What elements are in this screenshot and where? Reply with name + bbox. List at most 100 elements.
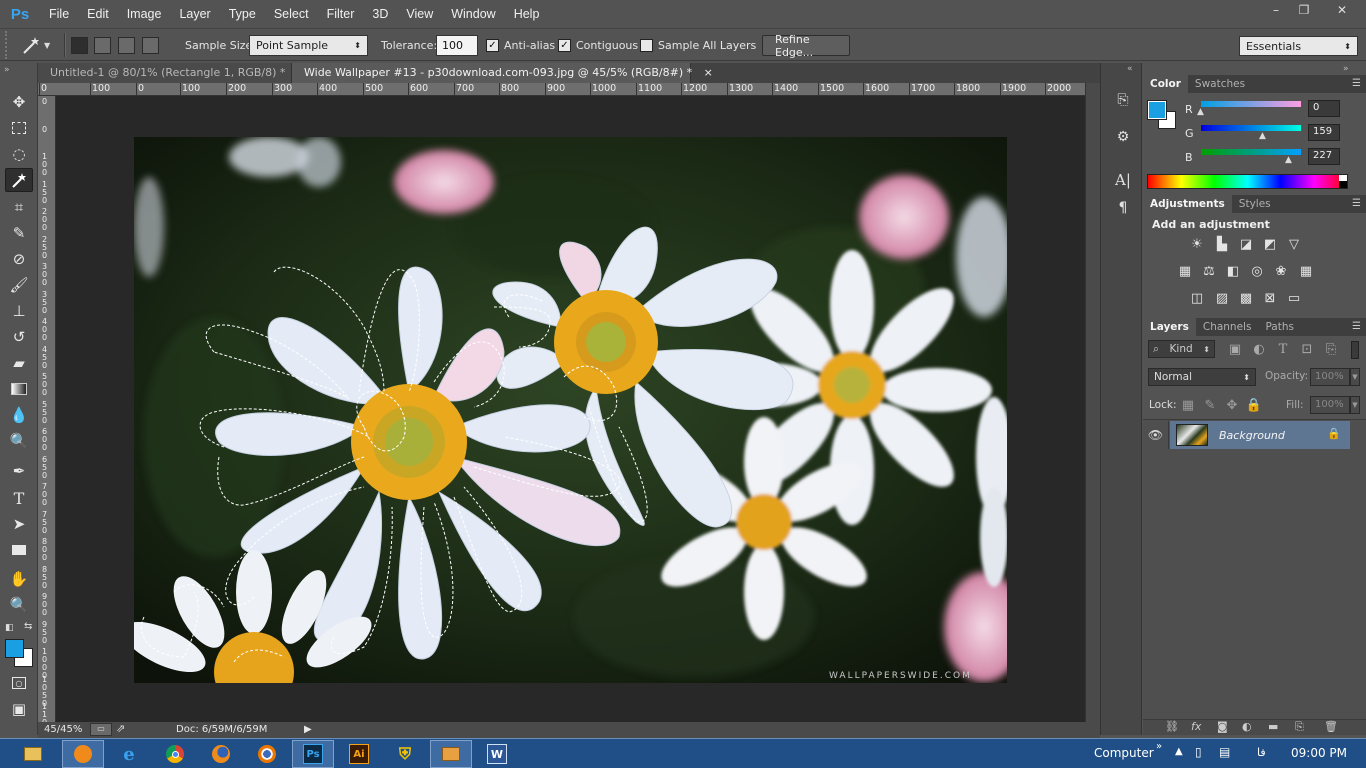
blend-mode-select[interactable]: Normal ⬍ bbox=[1148, 368, 1256, 386]
filter-pixel-icon[interactable]: ▣ bbox=[1225, 340, 1245, 358]
language-indicator[interactable]: فا bbox=[1257, 746, 1266, 759]
magic-wand-tool[interactable] bbox=[5, 168, 33, 192]
default-colors-icon[interactable]: ◧ bbox=[5, 623, 14, 633]
media-player-button[interactable] bbox=[62, 740, 104, 768]
tray-expand-icon[interactable]: ▲ bbox=[1175, 746, 1183, 757]
tab-adjustments[interactable]: Adjustments bbox=[1143, 195, 1232, 213]
gradient-map-icon[interactable]: ▭ bbox=[1284, 289, 1304, 307]
history-brush-tool[interactable]: ↺ bbox=[5, 325, 33, 349]
character-panel-icon[interactable]: A| bbox=[1113, 170, 1133, 190]
add-to-selection-button[interactable] bbox=[94, 37, 111, 54]
swap-colors-icon[interactable]: ⇆ bbox=[24, 621, 32, 632]
shape-tool[interactable] bbox=[5, 538, 33, 562]
path-selection-tool[interactable]: ➤ bbox=[5, 512, 33, 536]
status-menu-arrow[interactable]: ▶ bbox=[304, 724, 312, 735]
new-selection-button[interactable] bbox=[71, 37, 88, 54]
tab-styles[interactable]: Styles bbox=[1232, 195, 1278, 213]
close-button[interactable]: ✕ bbox=[1318, 0, 1366, 20]
levels-icon[interactable]: ▙ bbox=[1212, 235, 1232, 253]
blender-button[interactable] bbox=[246, 740, 288, 768]
fx-icon[interactable]: fx bbox=[1191, 720, 1201, 733]
tab-wide-wallpaper[interactable]: Wide Wallpaper #13 - p30download.com-093… bbox=[292, 63, 713, 83]
word-button[interactable]: W bbox=[476, 740, 518, 768]
menu-select[interactable]: Select bbox=[265, 0, 318, 28]
computer-toolbar-label[interactable]: Computer bbox=[1094, 746, 1154, 760]
lock-transparent-icon[interactable]: ▦ bbox=[1178, 396, 1198, 414]
brightness-contrast-icon[interactable]: ☀ bbox=[1187, 235, 1207, 253]
type-tool[interactable]: T bbox=[5, 486, 33, 510]
lock-position-icon[interactable]: ✥ bbox=[1222, 396, 1242, 414]
green-slider-thumb[interactable]: ▲ bbox=[1259, 131, 1266, 141]
menu-view[interactable]: View bbox=[397, 0, 442, 28]
sample-size-select[interactable]: Point Sample ⬍ bbox=[249, 35, 368, 56]
brush-tool[interactable]: 🖌 bbox=[5, 273, 33, 297]
pen-tool[interactable]: ✒ bbox=[5, 459, 33, 483]
menu-type[interactable]: Type bbox=[220, 0, 265, 28]
close-tab-icon[interactable]: × bbox=[704, 66, 713, 79]
collapse-arrows-icon[interactable]: « bbox=[1127, 64, 1133, 74]
dodge-tool[interactable]: 🔍 bbox=[5, 429, 33, 453]
filter-toggle[interactable] bbox=[1351, 341, 1359, 359]
subtract-from-selection-button[interactable] bbox=[118, 37, 135, 54]
panel-menu-icon[interactable]: ☰ bbox=[1352, 198, 1361, 209]
filter-shape-icon[interactable]: ⊡ bbox=[1297, 340, 1317, 358]
menu-image[interactable]: Image bbox=[118, 0, 171, 28]
toolbar-expand-icon[interactable]: » bbox=[1156, 741, 1162, 752]
fill-input[interactable]: 100% bbox=[1310, 396, 1350, 414]
black-swatch[interactable] bbox=[1339, 181, 1347, 188]
explorer-button[interactable] bbox=[12, 740, 54, 768]
lasso-tool[interactable]: ◌ bbox=[5, 142, 33, 166]
menu-3d[interactable]: 3D bbox=[363, 0, 397, 28]
norton-button[interactable]: ⛨ bbox=[384, 740, 426, 768]
layer-name[interactable]: Background bbox=[1219, 429, 1285, 442]
color-balance-icon[interactable]: ⚖ bbox=[1199, 262, 1219, 280]
power-icon[interactable]: ▯ bbox=[1195, 745, 1202, 759]
minimize-button[interactable]: – bbox=[1262, 0, 1290, 20]
crop-tool[interactable]: ⌗ bbox=[5, 195, 33, 219]
filter-type-icon[interactable]: T bbox=[1273, 340, 1293, 358]
green-value-input[interactable]: 159 bbox=[1308, 124, 1340, 141]
blue-value-input[interactable]: 227 bbox=[1308, 148, 1340, 165]
curves-icon[interactable]: ◪ bbox=[1236, 235, 1256, 253]
color-lookup-icon[interactable]: ▦ bbox=[1296, 262, 1316, 280]
red-slider[interactable] bbox=[1201, 101, 1301, 107]
exposure-icon[interactable]: ◩ bbox=[1260, 235, 1280, 253]
fill-dropdown-icon[interactable]: ▼ bbox=[1350, 396, 1360, 414]
gradient-tool[interactable] bbox=[5, 377, 33, 401]
restore-button[interactable]: ❐ bbox=[1290, 0, 1318, 20]
sample-all-layers-checkbox[interactable] bbox=[640, 39, 653, 52]
clone-stamp-tool[interactable]: ⊥ bbox=[5, 299, 33, 323]
menu-edit[interactable]: Edit bbox=[78, 0, 118, 28]
color-spectrum-bar[interactable] bbox=[1147, 174, 1348, 189]
contiguous-option[interactable]: ✓ Contiguous bbox=[558, 35, 638, 56]
marquee-tool[interactable] bbox=[5, 116, 33, 140]
properties-panel-icon[interactable]: ⚙ bbox=[1113, 127, 1133, 147]
tab-swatches[interactable]: Swatches bbox=[1188, 75, 1252, 93]
selective-color-icon[interactable]: ⊠ bbox=[1260, 289, 1280, 307]
intersect-selection-button[interactable] bbox=[142, 37, 159, 54]
tab-layers[interactable]: Layers bbox=[1143, 318, 1196, 336]
photo-filter-icon[interactable]: ◎ bbox=[1247, 262, 1267, 280]
opacity-input[interactable]: 100% bbox=[1310, 368, 1350, 386]
chrome-button[interactable] bbox=[154, 740, 196, 768]
firefox-button[interactable] bbox=[200, 740, 242, 768]
opacity-dropdown-icon[interactable]: ▼ bbox=[1350, 368, 1360, 386]
eye-icon[interactable]: 👁 bbox=[1143, 421, 1169, 449]
tab-paths[interactable]: Paths bbox=[1258, 318, 1301, 336]
internet-explorer-button[interactable]: e bbox=[108, 740, 150, 768]
trash-icon[interactable]: 🗑 bbox=[1324, 720, 1338, 733]
black-white-icon[interactable]: ◧ bbox=[1223, 262, 1243, 280]
new-adjustment-layer-icon[interactable]: ◐ bbox=[1242, 720, 1252, 733]
eraser-tool[interactable]: ▰ bbox=[5, 351, 33, 375]
tolerance-input[interactable]: 100 bbox=[436, 35, 478, 56]
menu-help[interactable]: Help bbox=[505, 0, 549, 28]
menu-filter[interactable]: Filter bbox=[318, 0, 364, 28]
hand-tool[interactable]: ✋ bbox=[5, 567, 33, 591]
layer-filter-kind[interactable]: ⌕ Kind ⬍ bbox=[1148, 340, 1215, 358]
document-image[interactable]: WALLPAPERSWIDE.COM bbox=[134, 137, 1007, 683]
blue-slider-thumb[interactable]: ▲ bbox=[1285, 155, 1292, 165]
status-icon-toggle[interactable]: ▭ bbox=[90, 723, 112, 736]
green-slider[interactable] bbox=[1201, 125, 1301, 131]
photoshop-button[interactable]: Ps bbox=[292, 740, 334, 768]
healing-brush-tool[interactable]: ⊘ bbox=[5, 247, 33, 271]
